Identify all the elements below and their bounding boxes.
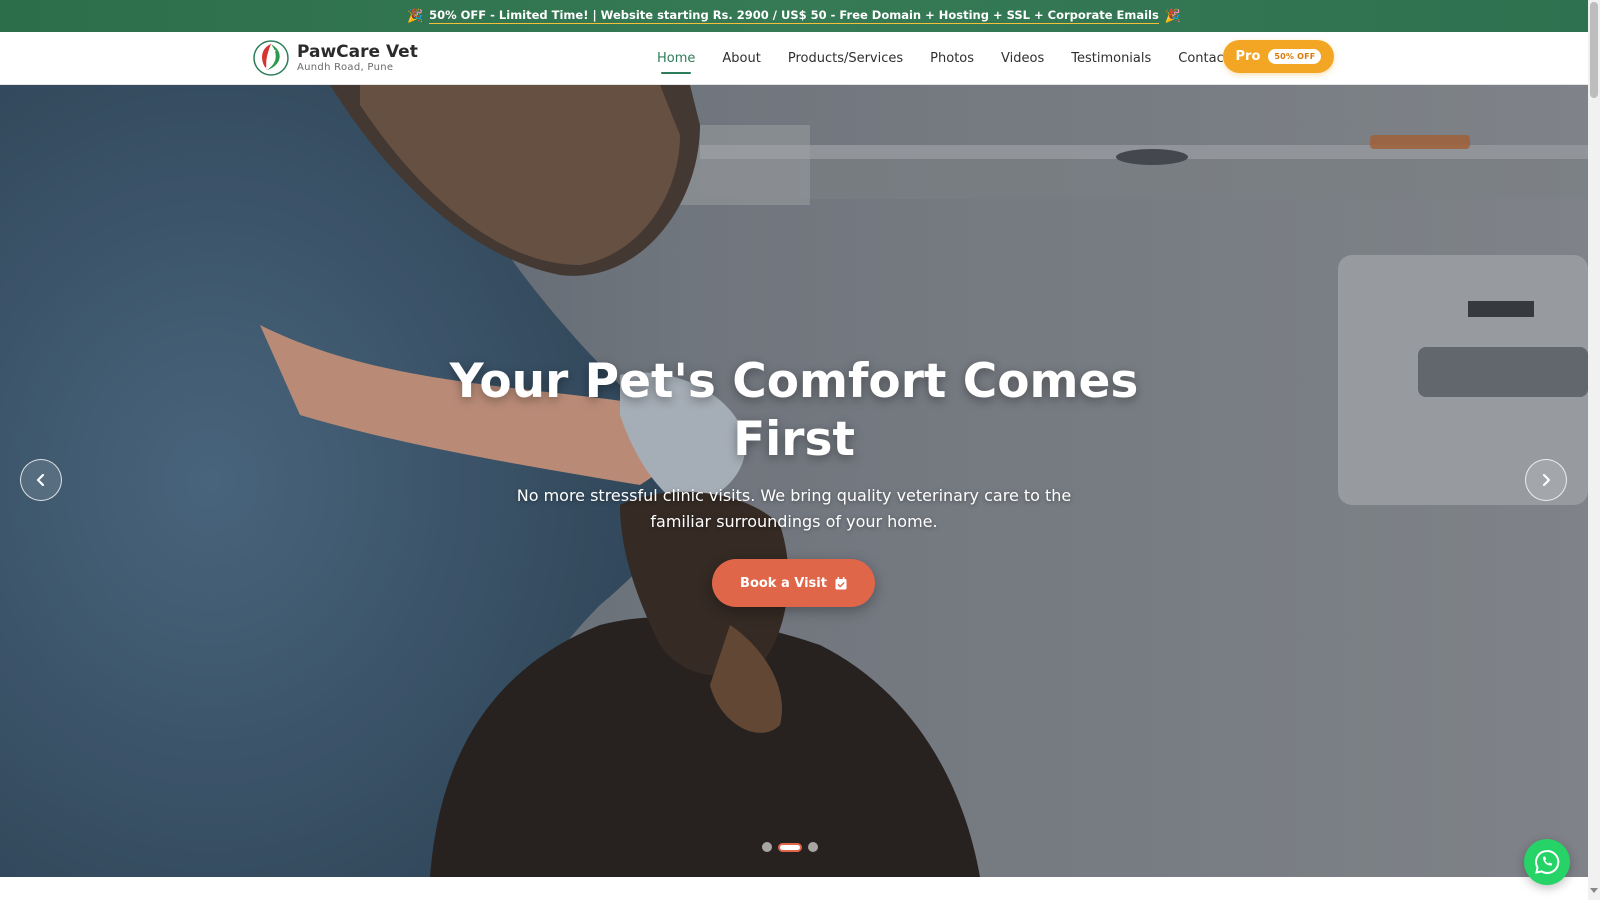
next-section xyxy=(0,877,1588,900)
pro-label: Pro xyxy=(1235,49,1261,64)
page-scrollbar[interactable] xyxy=(1588,0,1600,900)
pro-button[interactable]: Pro 50% OFF xyxy=(1223,40,1334,73)
scrollbar-thumb[interactable] xyxy=(1590,2,1598,98)
slider-dot[interactable] xyxy=(808,842,818,852)
party-popper-icon: 🎉 xyxy=(406,8,424,24)
nav-item-contact[interactable]: Contact xyxy=(1178,32,1229,85)
promo-link[interactable]: 50% OFF - Limited Time! | Website starti… xyxy=(429,8,1159,24)
leaf-logo-icon xyxy=(253,40,289,76)
brand-text: PawCare Vet Aundh Road, Pune xyxy=(297,42,418,74)
slider-prev-button[interactable] xyxy=(20,459,62,501)
whatsapp-chat-button[interactable] xyxy=(1524,839,1570,885)
scroll-down-arrow-icon[interactable] xyxy=(1590,888,1598,893)
site-header: PawCare Vet Aundh Road, Pune Home About … xyxy=(0,32,1588,85)
promo-bar: 🎉 50% OFF - Limited Time! | Website star… xyxy=(0,0,1588,32)
slider-dot-active[interactable] xyxy=(778,842,802,852)
nav-item-videos[interactable]: Videos xyxy=(1001,32,1044,85)
brand-name: PawCare Vet xyxy=(297,42,418,62)
nav-item-home[interactable]: Home xyxy=(657,32,695,85)
hero-content: Your Pet's Comfort Comes First No more s… xyxy=(0,85,1588,877)
whatsapp-icon xyxy=(1535,849,1560,874)
nav-item-photos[interactable]: Photos xyxy=(930,32,974,85)
brand-location: Aundh Road, Pune xyxy=(297,62,394,73)
hero-title: Your Pet's Comfort Comes First xyxy=(449,354,1139,467)
calendar-check-icon xyxy=(835,576,847,589)
slider-dots xyxy=(762,842,818,852)
hero-slider: Your Pet's Comfort Comes First No more s… xyxy=(0,85,1588,877)
hero-subtitle: No more stressful clinic visits. We brin… xyxy=(516,486,1072,531)
nav-item-products-services[interactable]: Products/Services xyxy=(788,32,903,85)
slider-next-button[interactable] xyxy=(1525,459,1567,501)
nav-item-about[interactable]: About xyxy=(722,32,760,85)
book-visit-button[interactable]: Book a Visit xyxy=(712,559,875,607)
nav-item-testimonials[interactable]: Testimonials xyxy=(1071,32,1151,85)
chevron-left-icon xyxy=(36,473,45,487)
main-nav: Home About Products/Services Photos Vide… xyxy=(657,32,1256,85)
chevron-right-icon xyxy=(1542,473,1551,487)
book-visit-label: Book a Visit xyxy=(740,575,827,591)
discount-badge: 50% OFF xyxy=(1268,49,1322,64)
party-popper-icon: 🎉 xyxy=(1164,8,1182,24)
slider-dot[interactable] xyxy=(762,842,772,852)
brand-home-link[interactable]: PawCare Vet Aundh Road, Pune xyxy=(253,40,418,76)
